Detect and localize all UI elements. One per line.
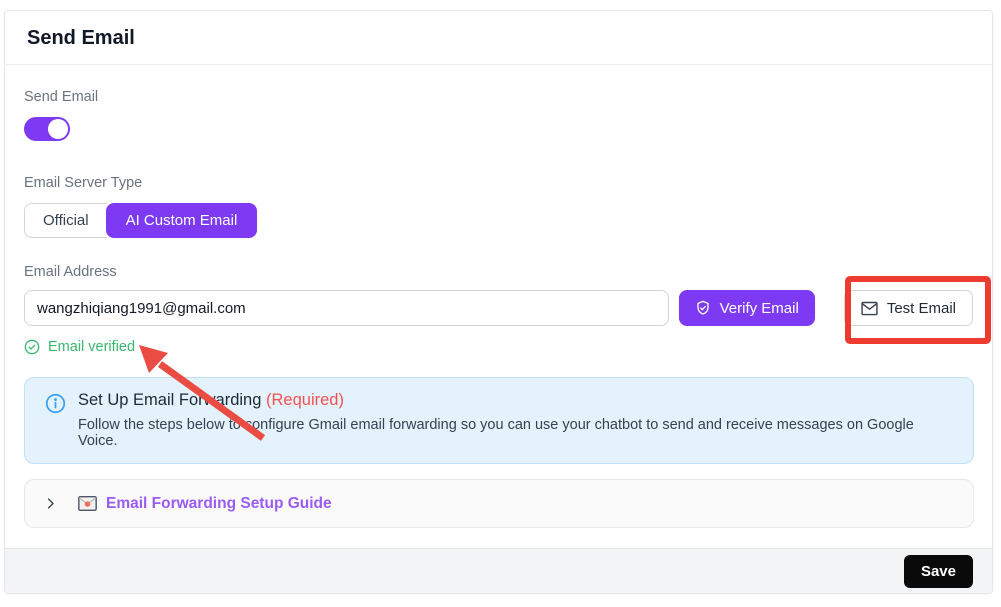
info-title-text: Set Up Email Forwarding <box>78 391 266 409</box>
email-forwarding-info-box: Set Up Email Forwarding (Required) Follo… <box>24 377 974 464</box>
shield-check-icon <box>695 300 711 316</box>
chevron-right-icon[interactable] <box>43 496 58 511</box>
test-email-button[interactable]: Test Email <box>844 290 973 326</box>
toggle-knob <box>48 119 68 139</box>
server-type-option-official[interactable]: Official <box>24 203 107 238</box>
guide-accordion-toggle[interactable]: Email Forwarding Setup Guide <box>24 479 974 528</box>
card-footer: Save <box>5 548 992 593</box>
email-address-label: Email Address <box>24 264 973 280</box>
info-required-text: (Required) <box>266 391 344 409</box>
save-button[interactable]: Save <box>904 555 973 588</box>
card-header: Send Email <box>5 11 992 65</box>
email-address-input[interactable] <box>24 290 669 326</box>
send-email-card: Send Email Send Email Email Server Type … <box>4 10 993 594</box>
email-verified-text: Email verified <box>48 339 135 355</box>
server-type-segmented-control: Official AI Custom Email <box>24 203 257 238</box>
verify-email-label: Verify Email <box>720 300 799 317</box>
server-type-option-ai-custom-email[interactable]: AI Custom Email <box>106 203 258 238</box>
email-address-row: Verify Email Test Email <box>24 290 973 326</box>
card-body: Send Email Email Server Type Official AI… <box>5 65 992 548</box>
info-description: Follow the steps below to configure Gmai… <box>78 417 953 449</box>
info-circle-icon <box>45 393 66 414</box>
check-circle-icon <box>24 339 40 355</box>
page-background: Send Email Send Email Email Server Type … <box>0 0 1001 607</box>
envelope-icon <box>861 301 878 316</box>
guide-label: Email Forwarding Setup Guide <box>106 495 332 513</box>
send-email-label: Send Email <box>24 89 973 105</box>
verify-email-button[interactable]: Verify Email <box>679 290 815 326</box>
test-email-label: Test Email <box>887 300 956 317</box>
page-title: Send Email <box>27 27 970 50</box>
server-type-label: Email Server Type <box>24 175 973 191</box>
info-content: Set Up Email Forwarding (Required) Follo… <box>78 391 953 449</box>
envelope-with-red-dot-icon <box>78 496 97 511</box>
email-verified-status: Email verified <box>24 339 973 355</box>
info-title: Set Up Email Forwarding (Required) <box>78 391 953 410</box>
send-email-toggle[interactable] <box>24 117 70 141</box>
